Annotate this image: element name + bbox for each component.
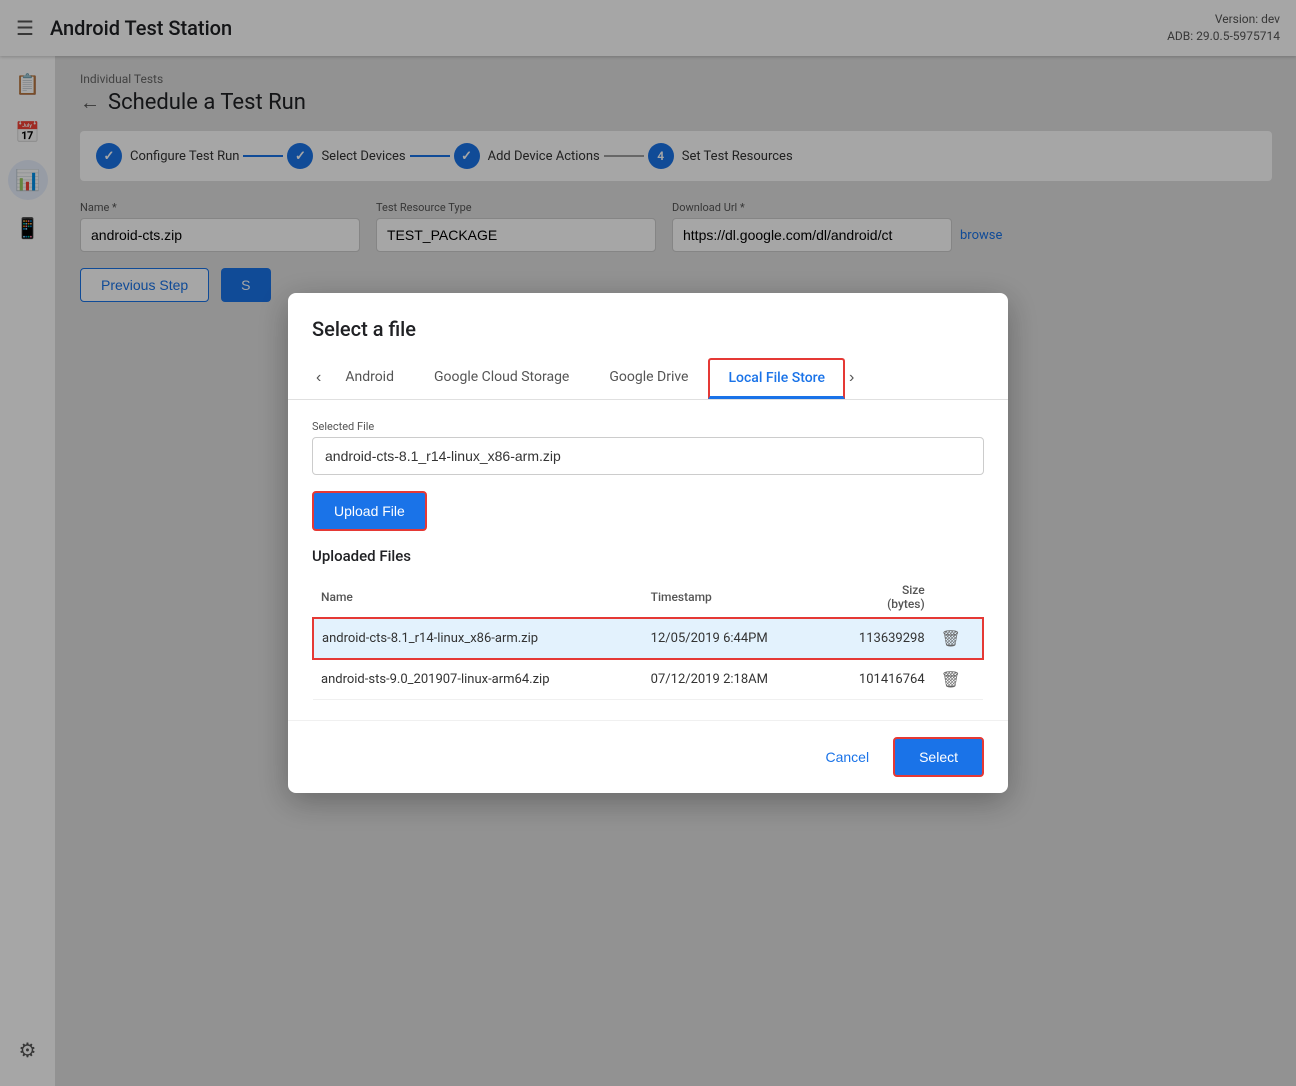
col-timestamp-header: Timestamp <box>643 577 823 618</box>
tab-local-file-store[interactable]: Local File Store <box>708 358 844 399</box>
delete-icon: 🗑 <box>941 670 961 689</box>
col-name-header: Name <box>313 577 643 618</box>
table-row[interactable]: android-cts-8.1_r14-linux_x86-arm.zip 12… <box>313 618 983 659</box>
upload-file-button[interactable]: Upload File <box>312 491 427 531</box>
dialog-body: Selected File Upload File Uploaded Files… <box>288 400 1008 720</box>
dialog-title: Select a file <box>312 317 416 341</box>
tabs-container: ‹ Android Google Cloud Storage Google Dr… <box>288 357 1008 400</box>
col-size-header: Size(bytes) <box>822 577 932 618</box>
table-row[interactable]: android-sts-9.0_201907-linux-arm64.zip 0… <box>313 659 983 700</box>
tab-google-drive[interactable]: Google Drive <box>589 357 708 399</box>
dialog-header: Select a file <box>288 293 1008 357</box>
cancel-button[interactable]: Cancel <box>813 741 881 773</box>
modal-overlay: Select a file ‹ Android Google Cloud Sto… <box>0 0 1296 1086</box>
file-size-cell: 101416764 <box>822 659 932 700</box>
tab-google-cloud[interactable]: Google Cloud Storage <box>414 357 589 399</box>
files-table: Name Timestamp Size(bytes) android-cts-8… <box>312 577 984 700</box>
file-delete-cell[interactable]: 🗑 <box>933 618 983 659</box>
file-timestamp-cell: 12/05/2019 6:44PM <box>643 618 823 659</box>
file-delete-cell[interactable]: 🗑 <box>933 659 983 700</box>
selected-file-label: Selected File <box>312 420 984 433</box>
file-timestamp-cell: 07/12/2019 2:18AM <box>643 659 823 700</box>
file-name-cell: android-cts-8.1_r14-linux_x86-arm.zip <box>313 618 643 659</box>
tab-prev-arrow[interactable]: ‹ <box>312 361 325 395</box>
select-file-dialog: Select a file ‹ Android Google Cloud Sto… <box>288 293 1008 793</box>
select-button[interactable]: Select <box>893 737 984 777</box>
uploaded-files-title: Uploaded Files <box>312 547 984 565</box>
tab-android[interactable]: Android <box>325 357 414 399</box>
file-name-cell: android-sts-9.0_201907-linux-arm64.zip <box>313 659 643 700</box>
tab-next-arrow[interactable]: › <box>845 361 858 395</box>
selected-file-input[interactable] <box>312 437 984 475</box>
dialog-footer: Cancel Select <box>288 720 1008 793</box>
file-size-cell: 113639298 <box>822 618 932 659</box>
delete-icon: 🗑 <box>941 629 961 648</box>
